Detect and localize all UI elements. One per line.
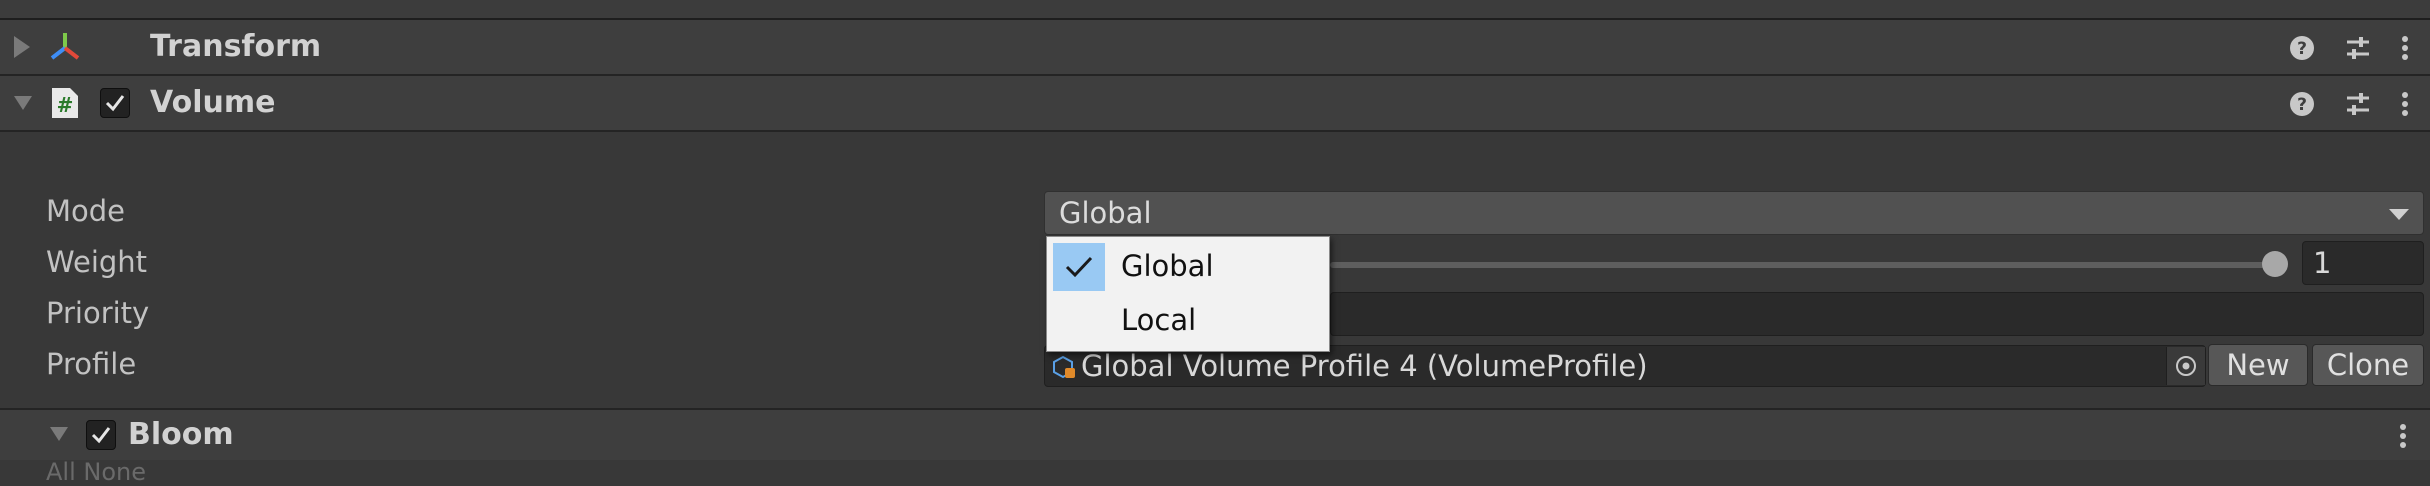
bloom-override-header[interactable]: Bloom <box>0 408 2430 462</box>
help-icon[interactable]: ? <box>2288 34 2316 62</box>
preset-icon[interactable] <box>2344 34 2372 62</box>
object-picker-button[interactable] <box>2166 347 2205 385</box>
menu-item-global[interactable]: Global <box>1047 241 1329 293</box>
foldout-expanded-icon[interactable] <box>12 90 34 116</box>
mode-dropdown-value: Global <box>1059 196 1152 230</box>
bloom-toggle-row: All None <box>0 458 2430 486</box>
checkmark-icon <box>91 427 111 444</box>
script-icon: # <box>52 88 78 118</box>
volume-title: Volume <box>150 85 276 120</box>
help-icon[interactable]: ? <box>2288 90 2316 118</box>
weight-input-value: 1 <box>2313 246 2332 280</box>
weight-input[interactable]: 1 <box>2302 241 2424 285</box>
clone-profile-button[interactable]: Clone <box>2312 344 2424 386</box>
chevron-down-icon <box>2389 209 2409 220</box>
weight-label: Weight <box>46 245 148 279</box>
transform-component-header[interactable]: Transform ? <box>0 20 2430 76</box>
more-icon[interactable] <box>2398 422 2408 450</box>
mode-label: Mode <box>46 194 126 228</box>
more-icon[interactable] <box>2400 34 2410 62</box>
menu-item-local[interactable]: Local <box>1047 295 1329 347</box>
transform-header-actions: ? <box>2288 32 2410 64</box>
volume-enabled-checkbox[interactable] <box>100 88 130 118</box>
mode-dropdown[interactable]: Global <box>1044 191 2424 235</box>
volume-component-header[interactable]: # Volume ? <box>0 76 2430 132</box>
svg-text:?: ? <box>2297 39 2307 59</box>
volume-profile-asset-icon <box>1053 355 1075 379</box>
svg-text:#: # <box>57 93 74 117</box>
weight-slider-handle[interactable] <box>2262 251 2288 277</box>
volume-header-actions: ? <box>2288 88 2410 120</box>
new-profile-button[interactable]: New <box>2208 344 2308 386</box>
weight-slider-track[interactable] <box>1330 262 2270 268</box>
priority-input[interactable] <box>1330 292 2424 336</box>
menu-item-label: Global <box>1121 249 1214 283</box>
foldout-expanded-icon[interactable] <box>48 424 70 444</box>
bloom-all-none-links[interactable]: All None <box>46 458 146 486</box>
top-strip <box>0 0 2430 20</box>
profile-label: Profile <box>46 347 137 381</box>
target-icon <box>2176 356 2196 376</box>
preset-icon[interactable] <box>2344 90 2372 118</box>
checkmark-icon <box>105 95 125 112</box>
bloom-enabled-checkbox[interactable] <box>86 420 116 450</box>
profile-value: Global Volume Profile 4 (VolumeProfile) <box>1081 349 1648 383</box>
bloom-title: Bloom <box>128 417 234 452</box>
checkmark-icon <box>1065 256 1093 278</box>
foldout-collapsed-icon[interactable] <box>12 34 34 60</box>
transform-title: Transform <box>150 29 322 64</box>
mode-dropdown-menu: Global Local <box>1046 236 1330 352</box>
transform-axes-icon <box>50 33 80 60</box>
svg-text:?: ? <box>2297 95 2307 115</box>
menu-item-label: Local <box>1121 303 1197 337</box>
more-icon[interactable] <box>2400 90 2410 118</box>
priority-label: Priority <box>46 296 150 330</box>
